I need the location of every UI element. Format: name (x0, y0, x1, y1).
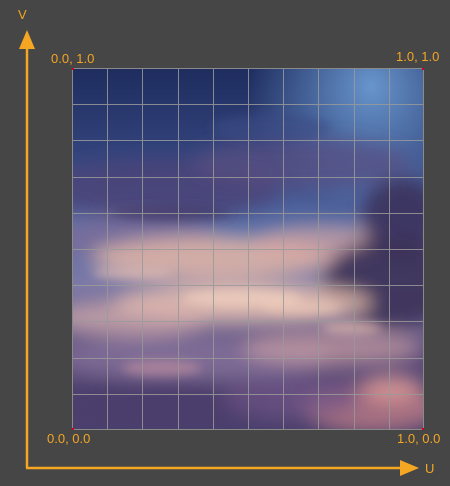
corner-label-top-right: 1.0, 1.0 (396, 49, 440, 64)
corner-marker-bottom-left (72, 428, 74, 430)
corner-label-bottom-left: 0.0, 0.0 (47, 431, 91, 446)
v-axis-label: V (18, 7, 27, 22)
corner-marker-bottom-right (422, 428, 424, 430)
u-axis-label: U (425, 461, 435, 476)
uv-diagram: V U 0.0, 1.0 1.0, 1.0 0.0, 0.0 1.0, 0.0 (0, 0, 450, 486)
corner-marker-top-left (72, 68, 74, 70)
v-axis-arrowhead (19, 30, 35, 49)
corner-label-bottom-right: 1.0, 0.0 (397, 431, 441, 446)
corner-label-top-left: 0.0, 1.0 (51, 51, 95, 66)
sky-texture (72, 68, 424, 430)
corner-marker-top-right (422, 68, 424, 70)
sky-image (72, 68, 424, 430)
u-axis-arrowhead (400, 460, 419, 476)
